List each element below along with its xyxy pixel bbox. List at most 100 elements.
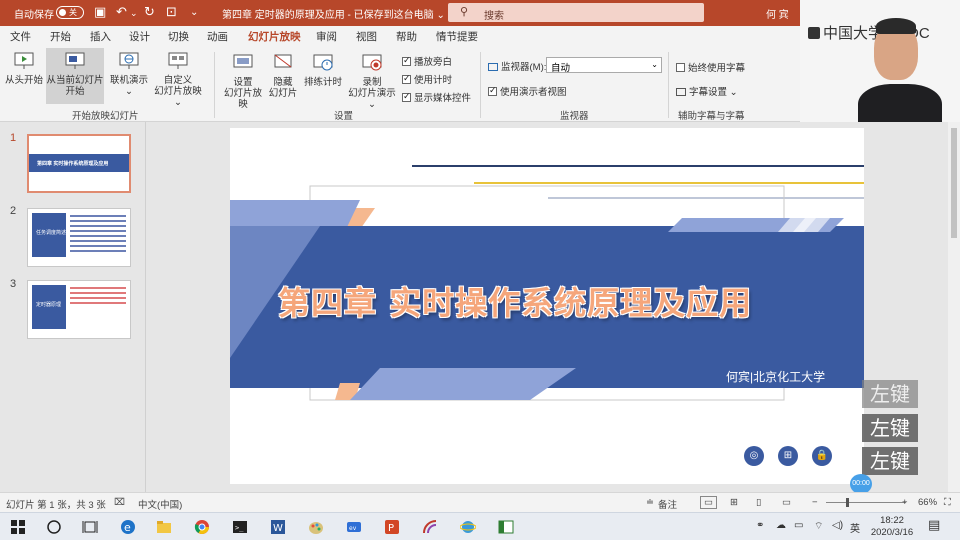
tab-storyboarding[interactable]: 情节提要 — [436, 29, 478, 44]
from-current-slide-button[interactable]: 从当前幻灯片 开始 — [46, 48, 104, 104]
tab-design[interactable]: 设计 — [129, 29, 150, 44]
from-beginning-label: 从头开始 — [4, 75, 43, 86]
slide-editor[interactable]: 第四章 实时操作系统原理及应用 何宾|北京化工大学 ◎ ⊞ 🔒 — [230, 128, 864, 484]
zoom-out-icon[interactable]: − — [812, 497, 818, 508]
online-present-button[interactable]: 联机演示 ⌄ — [106, 52, 152, 97]
slide-position: 幻灯片 第 1 张，共 3 张 — [6, 500, 106, 511]
start-slideshow-icon[interactable]: ⊡ — [166, 4, 177, 20]
slide-author[interactable]: 何宾|北京化工大学 — [726, 368, 825, 385]
zoom-in-icon[interactable]: + — [902, 497, 908, 508]
hide-slide-button[interactable]: 隐藏 幻灯片 — [266, 54, 300, 99]
subtitle-settings-label: 字幕设置 ⌄ — [689, 87, 738, 98]
tab-review[interactable]: 审阅 — [316, 29, 337, 44]
subtitle-settings-button[interactable]: 字幕设置 ⌄ — [676, 84, 738, 98]
recorder-icon[interactable] — [422, 519, 438, 535]
zoom-slider[interactable] — [826, 502, 906, 503]
rehearse-timings-button[interactable]: 排练计时 — [302, 54, 344, 88]
custom-label-2: 幻灯片放映 ⌄ — [154, 86, 202, 108]
slide-sorter-icon[interactable]: ⊞ — [730, 497, 738, 508]
document-title[interactable]: 第四章 定时器的原理及应用 - 已保存到这台电脑 ⌄ — [222, 6, 445, 21]
edge-browser-icon[interactable]: e — [120, 519, 136, 535]
customize-toolbar-icon[interactable]: ⌄ — [190, 7, 198, 18]
powerpoint-icon[interactable]: P — [384, 519, 400, 535]
setup-slideshow-button[interactable]: 设置 幻灯片放映 — [220, 54, 266, 110]
thumb-text-lines — [70, 287, 126, 307]
play-narrations-checkbox[interactable]: 播放旁白 — [402, 54, 452, 68]
normal-view-icon[interactable]: ▭ — [700, 496, 717, 509]
custom-slideshow-button[interactable]: 自定义 幻灯片放映 ⌄ — [150, 52, 206, 108]
reading-view-icon[interactable]: ▯ — [756, 497, 761, 508]
autosave-label: 自动保存 — [14, 10, 54, 21]
paint-icon[interactable] — [308, 519, 324, 535]
zoom-level[interactable]: 66% — [918, 497, 937, 508]
notifications-icon[interactable]: ▤ — [928, 517, 940, 533]
tab-file[interactable]: 文件 — [10, 29, 31, 44]
monitor-select[interactable]: 自动 ⌄ — [546, 57, 662, 74]
presenter-view-checkbox[interactable]: 使用演示者视图 — [488, 84, 567, 98]
file-explorer-icon[interactable] — [156, 519, 172, 535]
accessibility-icon[interactable]: ⌧ — [114, 497, 125, 508]
tab-animations[interactable]: 动画 — [207, 29, 228, 44]
svg-text:>_: >_ — [235, 524, 244, 532]
tab-view[interactable]: 视图 — [356, 29, 377, 44]
search-box[interactable]: ⚲ 搜索 — [448, 3, 704, 22]
ime-indicator[interactable]: 英 — [850, 520, 860, 535]
autosave-state: 关 — [69, 8, 77, 17]
mooc-logo-icon — [808, 27, 820, 39]
wifi-icon[interactable]: ⌔ — [814, 520, 823, 533]
tab-insert[interactable]: 插入 — [90, 29, 111, 44]
notes-icon[interactable]: ≐ — [646, 497, 654, 508]
tab-slideshow[interactable]: 幻灯片放映 — [248, 29, 301, 48]
notes-button[interactable]: 备注 — [658, 497, 677, 511]
use-timings-checkbox[interactable]: 使用计时 — [402, 72, 452, 86]
show-media-controls-label: 显示媒体控件 — [414, 93, 472, 104]
terminal-icon[interactable]: >_ — [232, 519, 248, 535]
slide-thumbnail-2[interactable]: 任务调度简述 — [27, 208, 131, 267]
always-use-subtitles-checkbox[interactable]: 始终使用字幕 — [676, 60, 745, 74]
undo-dropdown-icon[interactable]: ⌄ — [130, 8, 138, 19]
record-slideshow-button[interactable]: 录制 幻灯片演示 ⌄ — [344, 54, 400, 110]
thumb-block: 任务调度简述 — [32, 213, 66, 257]
volume-icon[interactable]: ◁) — [832, 520, 843, 531]
network-people-icon[interactable]: ⚭ — [756, 520, 764, 531]
from-beginning-button[interactable]: 从头开始 — [4, 52, 44, 86]
setup-label-2: 幻灯片放映 — [223, 88, 262, 110]
slide-thumbnail-3[interactable]: 定时器原理 — [27, 280, 131, 339]
ribbon-tabs: 文件 开始 插入 设计 切换 动画 幻灯片放映 审阅 视图 帮助 情节提要 — [0, 26, 800, 48]
search-icon: ⚲ — [460, 6, 469, 18]
video-tool-icon[interactable]: ev — [346, 519, 362, 535]
tab-home[interactable]: 开始 — [50, 29, 71, 44]
windows-start-icon[interactable] — [10, 519, 26, 535]
tab-help[interactable]: 帮助 — [396, 29, 417, 44]
setup-slideshow-icon — [233, 54, 253, 68]
app-window-icon[interactable] — [498, 519, 514, 535]
redo-icon[interactable]: ↻ — [144, 4, 155, 20]
online-label-1: 联机演示 — [109, 75, 148, 86]
fit-to-window-icon[interactable]: ⛶ — [944, 497, 951, 508]
task-view-icon[interactable] — [82, 519, 98, 535]
rehearse-label: 排练计时 — [303, 77, 342, 88]
svg-text:e: e — [124, 521, 131, 534]
search-placeholder: 搜索 — [484, 11, 504, 22]
word-icon[interactable]: W — [270, 519, 286, 535]
scrollbar-thumb[interactable] — [951, 128, 957, 238]
slide-thumbnail-1[interactable]: 第四章 实时操作系统原理及应用 — [27, 134, 131, 193]
user-name[interactable]: 何 宾 — [766, 6, 789, 21]
battery-icon[interactable]: ▭ — [794, 520, 803, 531]
save-icon[interactable]: ▣ — [94, 4, 106, 20]
internet-explorer-icon[interactable] — [460, 519, 476, 535]
autosave-toggle[interactable]: 关 — [56, 6, 84, 19]
clock[interactable]: 18:22 2020/3/16 — [862, 515, 922, 539]
chrome-icon[interactable] — [194, 519, 210, 535]
slide-title[interactable]: 第四章 实时操作系统原理及应用 — [278, 278, 864, 324]
hide-slide-icon — [274, 54, 292, 68]
cloud-icon[interactable]: ☁ — [776, 520, 786, 531]
slideshow-view-icon[interactable]: ▭ — [782, 497, 791, 508]
language-status[interactable]: 中文(中国) — [138, 497, 182, 511]
zoom-slider-knob[interactable] — [846, 498, 849, 507]
search-icon[interactable] — [46, 519, 62, 535]
show-media-controls-checkbox[interactable]: 显示媒体控件 — [402, 90, 471, 104]
tab-transitions[interactable]: 切换 — [168, 29, 189, 44]
vertical-scrollbar[interactable] — [948, 122, 960, 492]
undo-icon[interactable]: ↶ — [116, 4, 127, 20]
